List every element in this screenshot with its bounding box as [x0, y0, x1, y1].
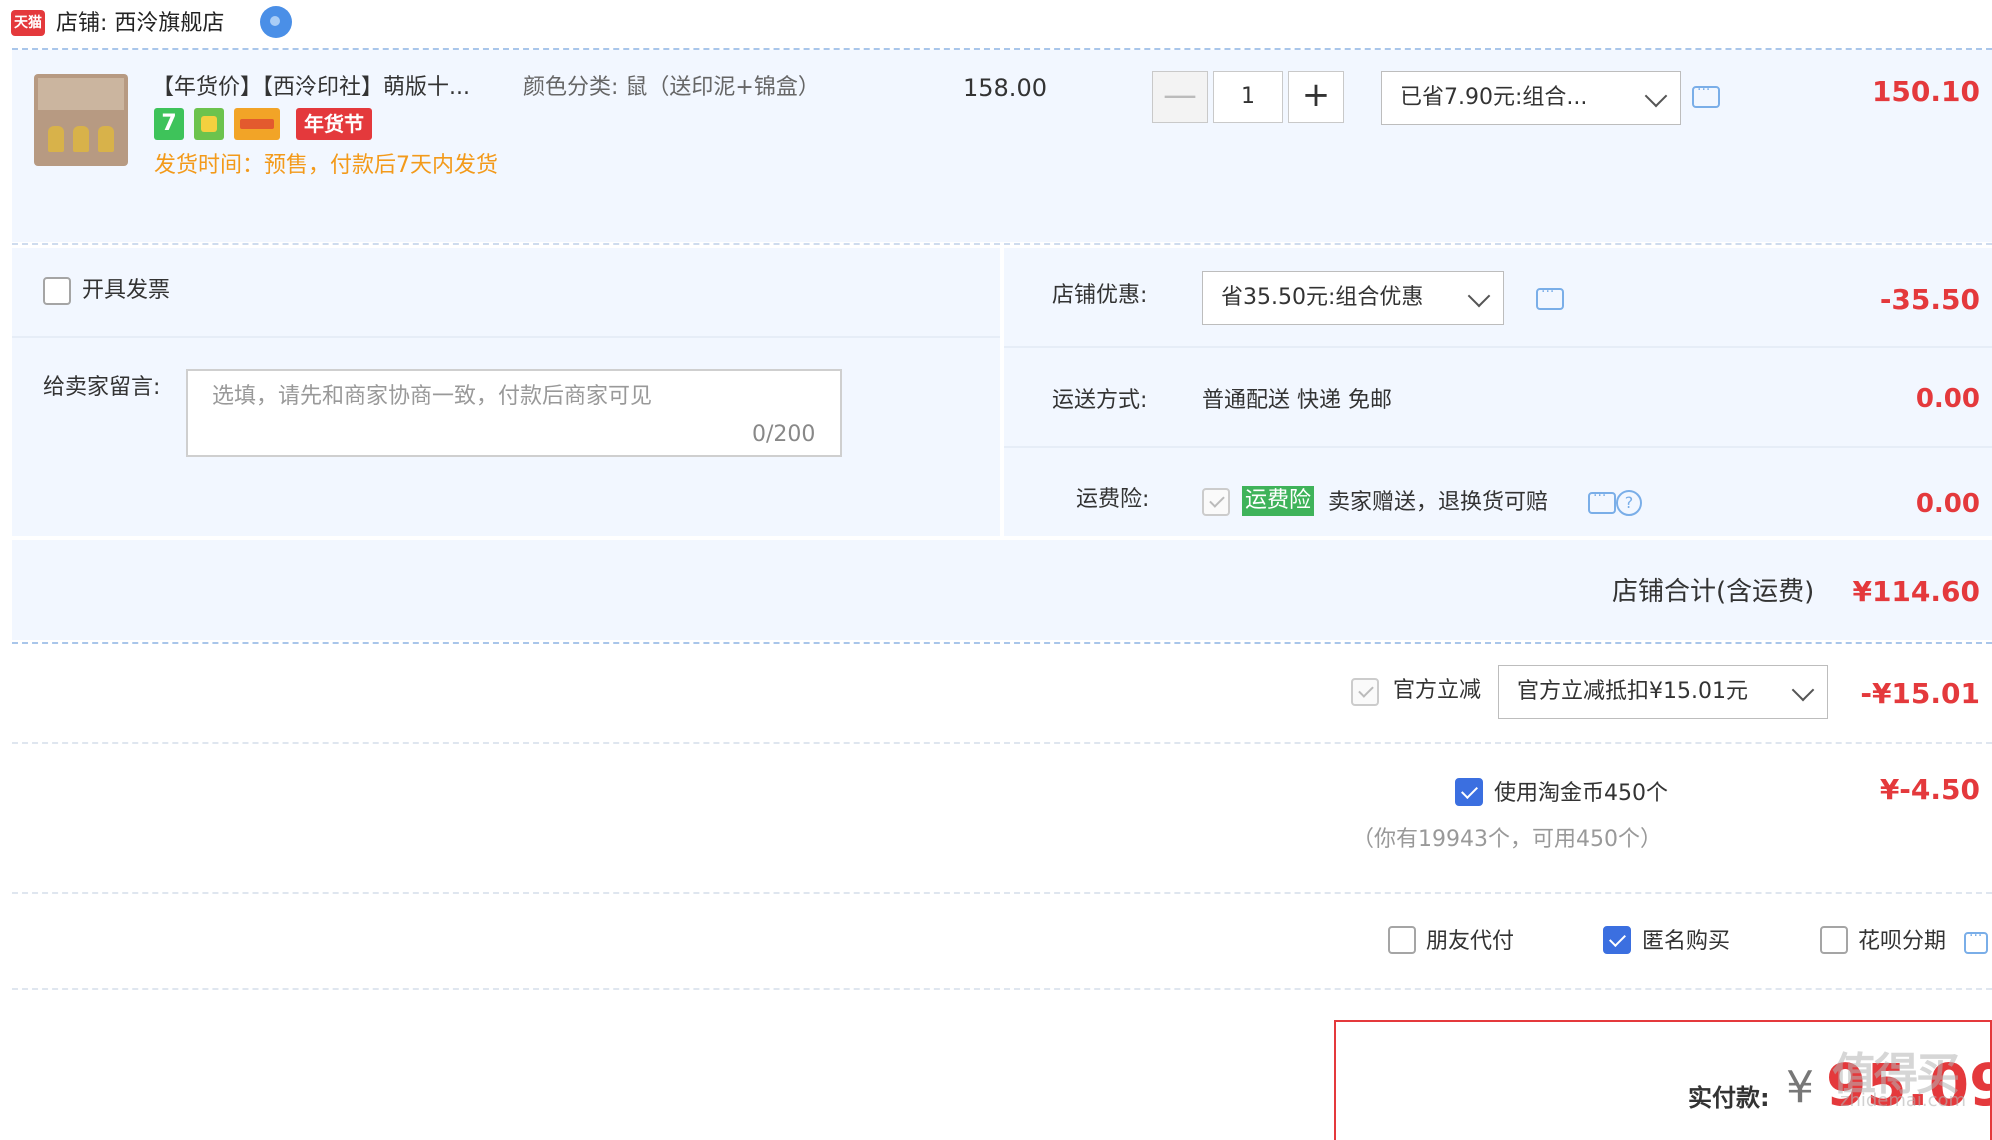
left-panel-divider: [12, 336, 1000, 338]
delivery-time: 发货时间：预售，付款后7天内发货: [154, 153, 498, 178]
insurance-description: 卖家赠送，退换货可赔: [1328, 490, 1549, 515]
chat-bubble-icon[interactable]: [1692, 82, 1720, 108]
official-discount-label: 官方立减: [1393, 678, 1482, 703]
official-divider: [12, 742, 1992, 744]
insurance-label: 运费险:: [1076, 487, 1150, 512]
shopping-bag-icon: [194, 108, 224, 140]
taobao-coins-amount: ¥-4.50: [1879, 773, 1980, 806]
official-discount-value: 官方立减抵扣¥15.01元: [1517, 679, 1748, 704]
product-sku: 颜色分类: 鼠（送印泥+锦盒）: [523, 75, 820, 100]
chat-bubble-icon[interactable]: [1964, 928, 1988, 954]
chevron-down-icon: [1467, 284, 1491, 308]
shop-name[interactable]: 店铺: 西泠旗舰店: [56, 9, 224, 39]
pay-currency: ¥: [1786, 1062, 1814, 1113]
shop-header: 天猫 店铺: 西泠旗舰店: [0, 0, 1992, 46]
taobao-coins-label: 使用淘金币450个: [1494, 781, 1668, 806]
seller-message-label: 给卖家留言:: [43, 375, 161, 400]
item-discount-value: 已省7.90元:组合...: [1400, 85, 1588, 110]
quantity-input[interactable]: 1: [1213, 71, 1283, 123]
shop-discount-label: 店铺优惠:: [1052, 283, 1148, 308]
shop-discount-value: 省35.50元:组合优惠: [1221, 285, 1424, 310]
item-divider: [12, 243, 1992, 245]
official-discount-amount: -¥15.01: [1860, 677, 1980, 710]
item-discount-select[interactable]: 已省7.90元:组合...: [1381, 71, 1681, 125]
product-title[interactable]: 【年货价】【西泠印社】萌版十...: [152, 72, 470, 104]
options-divider: [12, 988, 1992, 990]
wangwang-chat-icon[interactable]: [260, 6, 292, 38]
anonymous-purchase-label: 匿名购买: [1642, 929, 1731, 954]
right-divider-2: [1004, 446, 1992, 448]
quantity-minus-button[interactable]: —: [1152, 71, 1208, 123]
insurance-amount: 0.00: [1915, 489, 1980, 519]
chat-bubble-icon[interactable]: [1536, 284, 1564, 310]
card-payment-icon: [234, 108, 280, 140]
anonymous-purchase-checkbox[interactable]: [1603, 926, 1631, 954]
seven-day-return-icon: 7: [154, 108, 184, 140]
total-divider: [12, 642, 1992, 644]
chevron-down-icon: [1644, 84, 1668, 108]
huabei-installment-checkbox[interactable]: [1820, 926, 1848, 954]
help-icon[interactable]: ?: [1616, 490, 1642, 516]
shop-discount-select[interactable]: 省35.50元:组合优惠: [1202, 271, 1504, 325]
invoice-label: 开具发票: [82, 278, 171, 303]
huabei-installment-label: 花呗分期: [1858, 929, 1947, 954]
tmall-logo: 天猫: [11, 10, 45, 36]
shipping-label: 运送方式:: [1052, 388, 1148, 413]
seller-message-placeholder: 选填，请先和商家协商一致，付款后商家可见: [212, 384, 653, 409]
shipping-method: 普通配送 快递 免邮: [1202, 388, 1392, 413]
festival-badge: 年货节: [296, 108, 372, 140]
product-thumbnail[interactable]: [34, 74, 128, 166]
item-subtotal: 150.10: [1871, 75, 1980, 108]
unit-price: 158.00: [963, 74, 1047, 102]
taobao-coins-note: （你有19943个，可用450个）: [1352, 827, 1662, 852]
right-divider-1: [1004, 346, 1992, 348]
taobao-coins-checkbox[interactable]: [1455, 778, 1483, 806]
invoice-checkbox[interactable]: [43, 277, 71, 305]
chat-bubble-icon[interactable]: [1588, 488, 1616, 514]
shop-total-amount: ¥114.60: [1852, 575, 1980, 608]
insurance-checkbox: [1202, 488, 1230, 516]
friend-pay-checkbox[interactable]: [1388, 926, 1416, 954]
coins-divider: [12, 892, 1992, 894]
quantity-plus-button[interactable]: +: [1288, 71, 1344, 123]
official-discount-checkbox: [1351, 678, 1379, 706]
message-char-counter: 0/200: [752, 422, 816, 447]
watermark-url: zhidemai.com: [1840, 1090, 1967, 1111]
insurance-badge: 运费险: [1242, 486, 1315, 516]
shop-discount-amount: -35.50: [1879, 283, 1980, 316]
friend-pay-label: 朋友代付: [1426, 929, 1515, 954]
pay-label: 实付款:: [1688, 1084, 1770, 1112]
shipping-amount: 0.00: [1915, 384, 1980, 414]
shop-total-label: 店铺合计(含运费): [1612, 577, 1815, 607]
